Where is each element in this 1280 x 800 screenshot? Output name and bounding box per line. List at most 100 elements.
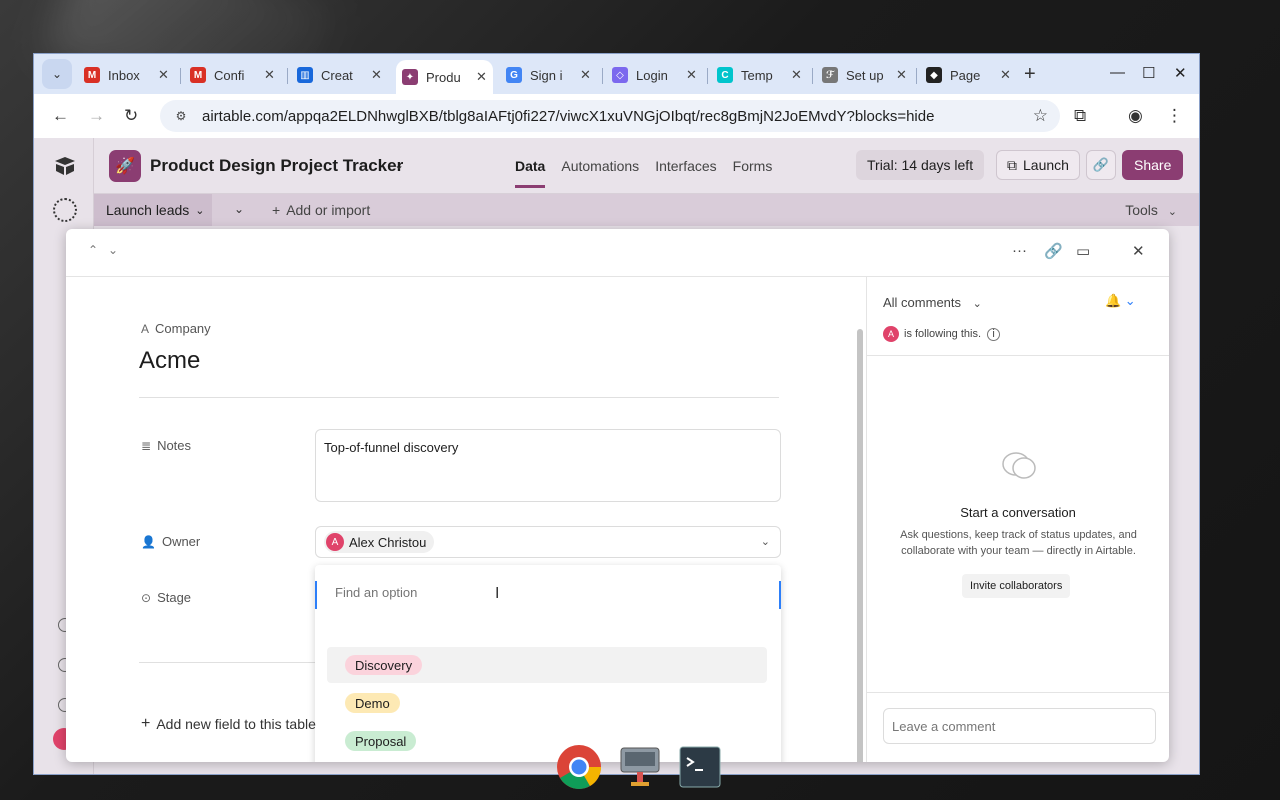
following-status: A is following this. i [883, 326, 1001, 342]
more-options-icon[interactable]: ··· [1012, 242, 1027, 259]
browser-tab[interactable]: ✦ Produ ✕ [396, 60, 493, 94]
option-discovery[interactable]: Discovery [327, 647, 767, 683]
chrome-icon[interactable] [556, 744, 602, 790]
browser-tab[interactable]: ▥ Creat ✕ [291, 60, 388, 90]
gmail-icon: M [190, 67, 206, 83]
airtable-icon: ✦ [402, 69, 418, 85]
base-title[interactable]: Product Design Project Tracker [150, 156, 403, 176]
company-value[interactable]: Acme [139, 347, 200, 375]
previous-record-icon[interactable]: ⌃ [88, 243, 98, 257]
notes-field-label: ≣ Notes [141, 438, 191, 453]
browser-tab[interactable]: G Sign i ✕ [500, 60, 597, 90]
back-button[interactable]: ← [52, 106, 69, 126]
comments-pane: All comments ⌄ 🔔 ⌄ A is following this. … [866, 277, 1169, 762]
close-window-button[interactable]: ✕ [1174, 64, 1187, 82]
close-tab-icon[interactable]: ✕ [580, 67, 591, 83]
profile-icon[interactable]: ◉ [1128, 106, 1143, 126]
google-icon: G [506, 67, 522, 83]
launch-button[interactable]: ⧉ Launch [996, 150, 1080, 180]
browser-tab[interactable]: ◇ Login ✕ [606, 60, 703, 90]
copy-record-link-icon[interactable]: 🔗 [1044, 242, 1063, 260]
info-icon[interactable]: i [987, 327, 1001, 341]
copy-link-button[interactable]: 🔗 [1086, 150, 1116, 180]
browser-tab[interactable]: M Inbox ✕ [78, 60, 175, 90]
address-bar[interactable]: ⚙ airtable.com/appqa2ELDNhwglBXB/tblg8aI… [160, 100, 1060, 132]
new-tab-button[interactable]: + [1024, 63, 1036, 86]
nav-interfaces[interactable]: Interfaces [655, 158, 716, 174]
nav-forms[interactable]: Forms [733, 158, 773, 174]
close-tab-icon[interactable]: ✕ [371, 67, 382, 83]
owner-chip: A Alex Christou [324, 531, 435, 553]
close-tab-icon[interactable]: ✕ [686, 67, 697, 83]
tables-menu-chevron-icon[interactable]: ⌄ [234, 202, 244, 216]
tools-menu[interactable]: Tools ⌄ [1125, 202, 1177, 218]
airtable-app: 🚀 Product Design Project Tracker ⌄ Data … [34, 138, 1199, 774]
browser-tab[interactable]: M Confi ✕ [184, 60, 281, 90]
browser-tab-label: Sign i [530, 67, 563, 83]
tab-separator [287, 68, 288, 84]
browser-tab[interactable]: ℱ Set up ✕ [816, 60, 913, 90]
stage-options-dropdown: I Discovery Demo Proposal [315, 565, 781, 762]
minimize-button[interactable]: — [1110, 64, 1125, 81]
find-option-input[interactable] [335, 585, 735, 600]
record-scrollbar[interactable] [857, 329, 863, 762]
browser-tab-label: Page [950, 67, 981, 83]
canva-icon: C [717, 67, 733, 83]
divider [139, 397, 779, 398]
option-demo[interactable]: Demo [327, 685, 767, 721]
terminal-icon[interactable] [677, 744, 723, 790]
system-monitor-icon[interactable] [617, 744, 663, 790]
close-tab-icon[interactable]: ✕ [896, 67, 907, 83]
comments-filter-label: All comments [883, 295, 962, 310]
close-modal-icon[interactable]: ✕ [1132, 242, 1145, 260]
launch-label: Launch [1023, 157, 1069, 173]
close-tab-icon[interactable]: ✕ [264, 67, 275, 83]
browser-tab[interactable]: C Temp ✕ [711, 60, 808, 90]
nav-automations[interactable]: Automations [561, 158, 639, 174]
zapier-icon: ℱ [822, 67, 838, 83]
trial-badge[interactable]: Trial: 14 days left [856, 150, 985, 180]
invite-collaborators-button[interactable]: Invite collaborators [962, 574, 1071, 598]
next-record-icon[interactable]: ⌄ [108, 243, 118, 257]
long-text-icon: ≣ [141, 438, 152, 453]
chevron-down-icon[interactable]: ⌄ [394, 158, 404, 172]
close-tab-icon[interactable]: ✕ [1000, 67, 1011, 83]
tab-search-button[interactable]: ⌄ [42, 59, 72, 89]
tab-separator [180, 68, 181, 84]
reload-button[interactable]: ↻ [124, 106, 138, 126]
nav-data[interactable]: Data [515, 158, 546, 188]
airtable-logo-icon[interactable] [54, 156, 76, 176]
extensions-icon[interactable]: ⧉ [1074, 106, 1086, 126]
browser-menu-icon[interactable]: ⋮ [1166, 106, 1183, 126]
omni-icon[interactable] [53, 198, 77, 222]
bookmark-star-icon[interactable]: ☆ [1033, 106, 1048, 126]
link-icon: 🔗 [1092, 157, 1110, 172]
add-new-field-button[interactable]: + Add new field to this table [141, 715, 316, 733]
empty-state-description: Ask questions, keep track of status upda… [900, 529, 1137, 557]
table-tab-launch-leads[interactable]: Launch leads ⌄ [94, 194, 212, 226]
close-tab-icon[interactable]: ✕ [158, 67, 169, 83]
chevron-down-icon[interactable]: ⌄ [761, 535, 770, 548]
comment-input[interactable]: Leave a comment [883, 708, 1156, 744]
rocket-icon[interactable]: 🚀 [109, 150, 141, 182]
browser-tab-label: Creat [321, 67, 353, 83]
share-button[interactable]: Share [1122, 150, 1184, 180]
notification-bell-icon[interactable]: 🔔 ⌄ [1105, 293, 1136, 309]
forward-button[interactable]: → [88, 106, 105, 126]
owner-select[interactable]: A Alex Christou ⌄ [315, 526, 781, 558]
comments-filter[interactable]: All comments ⌄ [883, 295, 982, 310]
browser-tab[interactable]: ◆ Page ✕ [920, 60, 1017, 90]
maximize-button[interactable]: ☐ [1142, 64, 1155, 82]
divider [139, 662, 315, 663]
add-or-import-label: Add or import [286, 202, 371, 218]
plus-icon: + [272, 202, 281, 218]
site-info-icon[interactable]: ⚙ [172, 107, 190, 125]
close-tab-icon[interactable]: ✕ [476, 69, 487, 85]
comments-toggle-icon[interactable]: ▭ [1076, 242, 1090, 260]
browser-tab-label: Confi [214, 67, 245, 83]
top-nav: Data Automations Interfaces Forms [515, 158, 773, 188]
record-modal: ⌃ ⌄ ··· 🔗 ▭ ✕ A Company Acme ≣ Notes Top-o… [66, 229, 1169, 762]
notes-input[interactable]: Top-of-funnel discovery [315, 429, 781, 502]
close-tab-icon[interactable]: ✕ [791, 67, 802, 83]
add-or-import-button[interactable]: + Add or import [272, 202, 370, 218]
